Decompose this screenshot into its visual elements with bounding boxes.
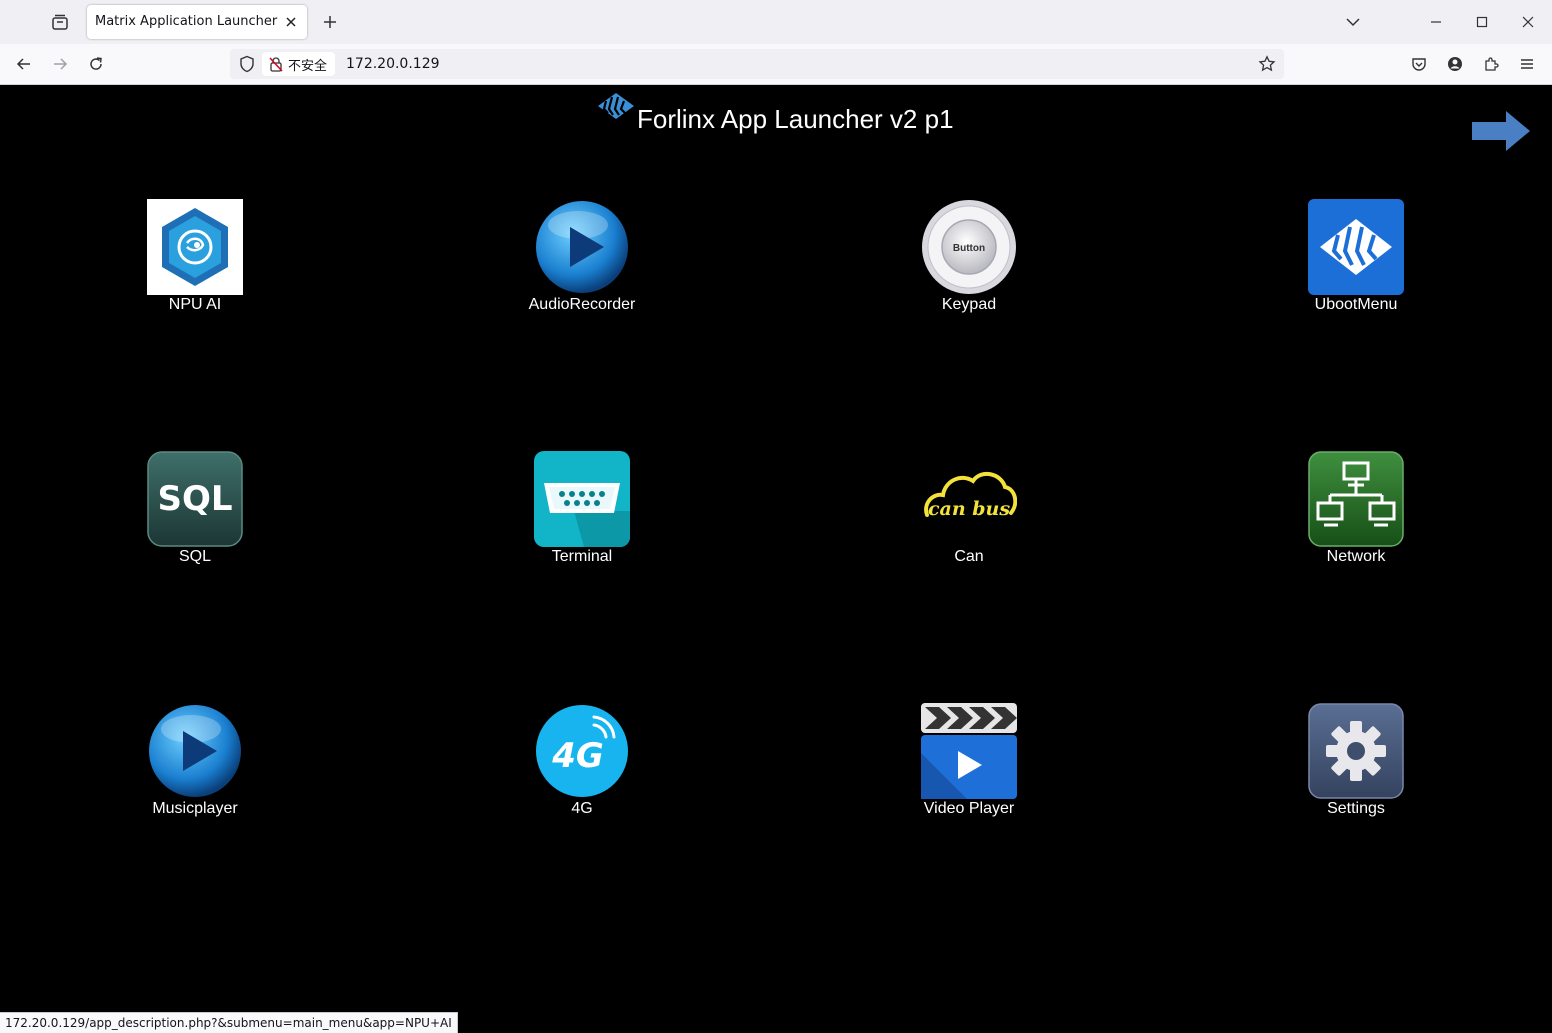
close-window-icon[interactable] — [1514, 8, 1542, 36]
app-video-player[interactable]: Video Player — [869, 703, 1069, 827]
network-icon — [1308, 451, 1404, 547]
4g-icon: 4G — [534, 703, 630, 799]
launcher-page: Forlinx App Launcher v2 p1 NPU AI AudioR… — [0, 85, 1552, 1032]
forward-arrow-icon[interactable] — [46, 50, 74, 78]
minimize-icon[interactable] — [1422, 8, 1450, 36]
app-npu-ai[interactable]: NPU AI — [95, 199, 295, 323]
security-indicator[interactable]: 不安全 — [262, 52, 336, 76]
reload-icon[interactable] — [82, 50, 110, 78]
url-bar[interactable]: 不安全 172.20.0.129 — [230, 49, 1284, 79]
app-label: SQL — [178, 548, 211, 565]
app-audiorecorder[interactable]: AudioRecorder — [482, 199, 682, 323]
shield-icon[interactable] — [238, 55, 256, 73]
button-icon-text: Button — [953, 243, 985, 254]
status-bar-url: 172.20.0.129/app_description.php?&submen… — [0, 1012, 458, 1033]
extensions-icon[interactable] — [1477, 50, 1505, 78]
close-icon[interactable] — [281, 12, 301, 32]
app-musicplayer[interactable]: Musicplayer — [95, 703, 295, 827]
app-label: Video Player — [923, 800, 1015, 817]
app-label: Can — [954, 548, 984, 565]
pocket-icon[interactable] — [1405, 50, 1433, 78]
browser-tab[interactable]: Matrix Application Launcher — [87, 5, 307, 39]
app-label: Musicplayer — [152, 800, 238, 817]
forlinx-logo-icon — [1308, 199, 1404, 295]
tab-list-icon[interactable] — [46, 8, 74, 36]
sql-icon: SQL — [147, 451, 243, 547]
4g-icon-text: 4G — [551, 736, 604, 776]
sql-icon-text: SQL — [157, 479, 232, 519]
plus-icon[interactable] — [318, 9, 342, 35]
app-can[interactable]: can bus Can — [869, 451, 1069, 575]
account-icon[interactable] — [1441, 50, 1469, 78]
canbus-cloud-icon: can bus — [921, 451, 1018, 547]
insecure-lock-icon — [269, 57, 283, 72]
canbus-icon-text: can bus — [928, 498, 1010, 520]
app-ubootmenu[interactable]: UbootMenu — [1256, 199, 1456, 323]
menu-icon[interactable] — [1513, 50, 1541, 78]
app-label: Network — [1326, 548, 1386, 565]
browser-tab-bar: Matrix Application Launcher — [0, 0, 1552, 44]
app-label: Terminal — [551, 548, 613, 565]
app-label: Settings — [1327, 800, 1385, 817]
app-4g[interactable]: 4G 4G — [482, 703, 682, 827]
app-terminal[interactable]: Terminal — [482, 451, 682, 575]
app-label: Keypad — [941, 296, 997, 313]
play-orb-icon — [534, 199, 630, 295]
play-orb-icon — [147, 703, 243, 799]
clapperboard-icon — [921, 703, 1017, 799]
app-sql[interactable]: SQL SQL — [95, 451, 295, 575]
chevron-down-icon[interactable] — [1339, 8, 1367, 36]
next-page-arrow-icon[interactable] — [1470, 109, 1532, 153]
browser-nav-bar: 不安全 172.20.0.129 — [0, 44, 1552, 85]
app-label: NPU AI — [168, 296, 222, 313]
tab-title: Matrix Application Launcher — [95, 14, 278, 29]
back-arrow-icon[interactable] — [10, 50, 38, 78]
serial-port-icon — [534, 451, 630, 547]
url-text[interactable]: 172.20.0.129 — [346, 56, 440, 72]
star-icon[interactable] — [1256, 53, 1278, 75]
app-label: AudioRecorder — [528, 296, 636, 313]
app-keypad[interactable]: Button Keypad — [869, 199, 1069, 323]
app-label: UbootMenu — [1314, 296, 1398, 313]
maximize-icon[interactable] — [1468, 8, 1496, 36]
page-title: Forlinx App Launcher v2 p1 — [637, 104, 954, 134]
app-settings[interactable]: Settings — [1256, 703, 1456, 827]
gear-icon — [1308, 703, 1404, 799]
app-label: 4G — [571, 800, 593, 817]
forlinx-logo-icon — [598, 93, 634, 119]
security-label: 不安全 — [288, 58, 328, 74]
button-icon: Button — [921, 199, 1017, 295]
npu-ai-icon — [147, 199, 243, 295]
app-network[interactable]: Network — [1256, 451, 1456, 575]
